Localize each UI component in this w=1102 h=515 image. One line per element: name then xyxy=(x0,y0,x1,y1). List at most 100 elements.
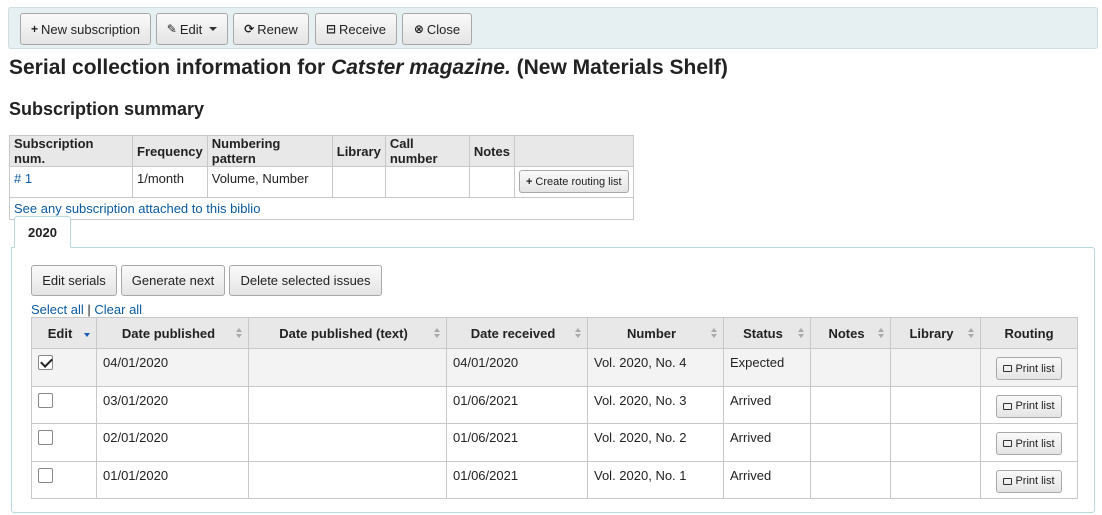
notes-cell xyxy=(810,385,891,424)
col-date-received-label: Date received xyxy=(470,325,556,341)
col-library: Library xyxy=(331,135,386,167)
issue-checkbox[interactable] xyxy=(38,392,53,408)
number-cell: Vol. 2020, No. 2 xyxy=(587,423,724,462)
date-published-cell: 01/01/2020 xyxy=(96,460,249,499)
plus-icon: + xyxy=(30,22,38,36)
col-routing: Routing xyxy=(980,317,1078,349)
title-suffix: (New Materials Shelf) xyxy=(516,56,728,79)
create-routing-list-label: Create routing list xyxy=(535,175,622,188)
print-list-label: Print list xyxy=(1015,437,1055,450)
status-cell: Arrived xyxy=(723,385,811,424)
subscription-num-link[interactable]: # 1 xyxy=(14,171,32,186)
date-published-cell: 02/01/2020 xyxy=(96,423,249,462)
print-list-button[interactable]: Print list xyxy=(996,469,1062,493)
edit-dropdown-button[interactable]: ✎ Edit xyxy=(156,13,228,45)
selection-links: Select all | Clear all xyxy=(31,302,142,317)
col-routing-label: Routing xyxy=(1004,325,1054,341)
sort-icon xyxy=(968,328,974,340)
sort-icon xyxy=(878,328,884,340)
col-status[interactable]: Status xyxy=(723,317,811,349)
new-subscription-label: New subscription xyxy=(41,21,140,37)
col-date-published-text[interactable]: Date published (text) xyxy=(248,317,447,349)
print-list-button[interactable]: Print list xyxy=(996,357,1062,380)
close-button[interactable]: ⊗ Close xyxy=(402,13,472,45)
summary-footer: See any subscription attached to this bi… xyxy=(9,197,634,220)
printer-icon xyxy=(1003,402,1013,410)
select-all-link[interactable]: Select all xyxy=(31,302,84,317)
col-date-published[interactable]: Date published xyxy=(96,317,249,349)
col-number-label: Number xyxy=(626,325,677,341)
col-edit-label: Edit xyxy=(47,325,73,341)
clear-all-link[interactable]: Clear all xyxy=(94,302,142,317)
col-actions xyxy=(513,135,634,167)
status-cell: Arrived xyxy=(723,423,811,462)
print-list-label: Print list xyxy=(1015,362,1055,375)
col-call-number: Call number xyxy=(384,135,470,167)
number-cell: Vol. 2020, No. 1 xyxy=(587,460,724,499)
create-routing-list-button[interactable]: + Create routing list xyxy=(518,170,629,193)
col-notes: Notes xyxy=(468,135,515,167)
pencil-icon: ✎ xyxy=(166,22,177,36)
library-cell xyxy=(890,348,981,387)
col-subscription-num: Subscription num. xyxy=(9,135,133,167)
col-number[interactable]: Number xyxy=(587,317,724,349)
col-date-received[interactable]: Date received xyxy=(446,317,588,349)
notes-cell xyxy=(810,348,891,387)
table-row: # 1 1/month Volume, Number + Create rout… xyxy=(9,166,634,198)
subscription-summary-heading: Subscription summary xyxy=(9,99,205,119)
subscription-summary-table: Subscription num. Frequency Numbering pa… xyxy=(9,135,634,220)
date-published-cell: 04/01/2020 xyxy=(96,348,249,387)
toolbar: + New subscription ✎ Edit ⟳ Renew ⊟ Rece… xyxy=(8,7,1098,49)
call-number-cell xyxy=(384,166,470,198)
receive-label: Receive xyxy=(339,21,387,37)
print-list-button[interactable]: Print list xyxy=(996,394,1062,418)
notes-cell xyxy=(468,166,515,198)
print-list-label: Print list xyxy=(1015,400,1055,412)
new-subscription-button[interactable]: + New subscription xyxy=(20,13,151,45)
date-text-cell xyxy=(248,423,447,462)
numbering-cell: Volume, Number xyxy=(206,166,333,198)
inbox-icon: ⊟ xyxy=(325,22,337,36)
issue-checkbox[interactable] xyxy=(38,355,53,370)
date-text-cell xyxy=(248,385,447,424)
issues-table: Edit Date published Date published (text… xyxy=(31,317,1078,499)
sort-icon xyxy=(798,328,804,340)
col-library[interactable]: Library xyxy=(890,317,981,349)
sort-icon xyxy=(711,328,717,340)
library-cell xyxy=(890,385,981,424)
print-list-button[interactable]: Print list xyxy=(996,432,1062,455)
title-prefix: Serial collection information for xyxy=(9,56,326,79)
close-circle-icon: ⊗ xyxy=(413,22,424,36)
printer-icon xyxy=(1003,365,1013,372)
see-subscriptions-link[interactable]: See any subscription attached to this bi… xyxy=(14,201,260,216)
printer-icon xyxy=(1003,477,1013,485)
generate-next-button[interactable]: Generate next xyxy=(121,265,225,296)
col-notes-label: Notes xyxy=(828,325,865,341)
issue-checkbox[interactable] xyxy=(38,430,53,445)
library-cell xyxy=(331,166,386,198)
selection-separator: | xyxy=(87,302,91,317)
printer-icon xyxy=(1003,440,1013,447)
delete-selected-issues-button[interactable]: Delete selected issues xyxy=(229,265,382,296)
date-text-cell xyxy=(248,460,447,499)
col-date-published-label: Date published xyxy=(121,325,216,341)
library-cell xyxy=(890,460,981,499)
col-notes[interactable]: Notes xyxy=(810,317,891,349)
renew-button[interactable]: ⟳ Renew xyxy=(233,13,309,45)
notes-cell xyxy=(810,460,891,499)
receive-button[interactable]: ⊟ Receive xyxy=(315,13,397,45)
tab-2020[interactable]: 2020 xyxy=(14,216,71,248)
date-received-cell: 01/06/2021 xyxy=(446,460,588,499)
issue-checkbox[interactable] xyxy=(38,467,53,483)
date-received-cell: 01/06/2021 xyxy=(446,385,588,424)
table-row: 04/01/2020 04/01/2020 Vol. 2020, No. 4 E… xyxy=(31,348,1078,387)
col-frequency: Frequency xyxy=(132,135,208,167)
close-label: Close xyxy=(426,21,461,37)
col-edit[interactable]: Edit xyxy=(31,317,97,349)
notes-cell xyxy=(810,423,891,462)
table-row: 01/01/2020 01/06/2021 Vol. 2020, No. 1 A… xyxy=(31,460,1078,499)
date-text-cell xyxy=(248,348,447,387)
renew-label: Renew xyxy=(257,21,298,37)
refresh-icon: ⟳ xyxy=(244,22,255,36)
edit-serials-button[interactable]: Edit serials xyxy=(31,265,117,296)
